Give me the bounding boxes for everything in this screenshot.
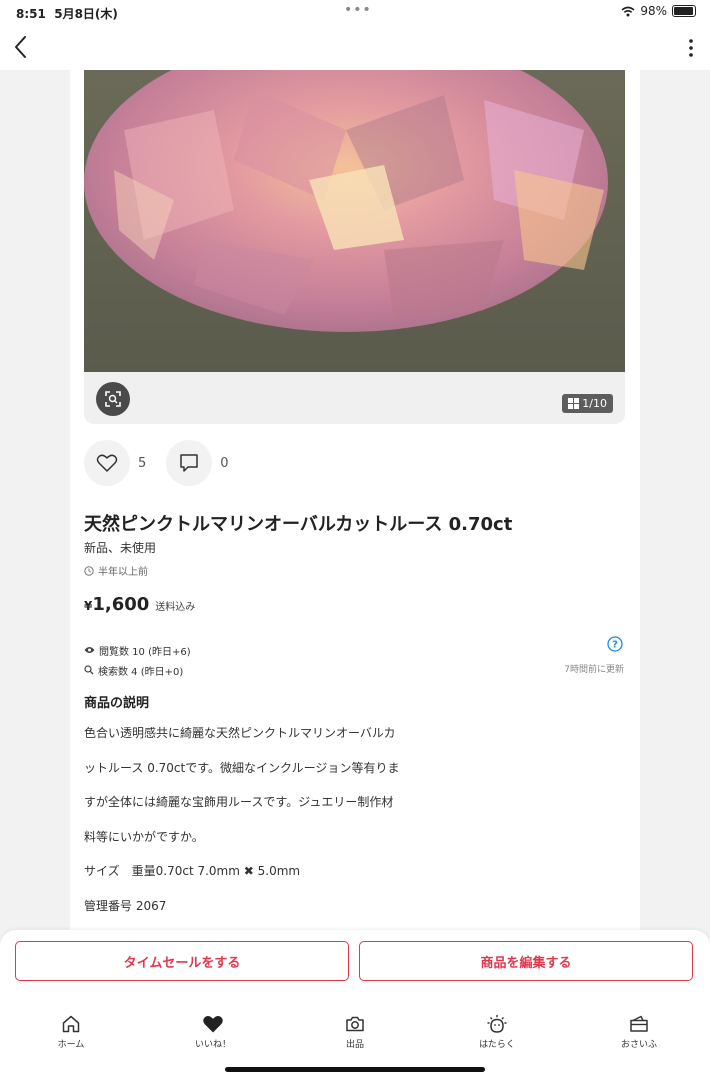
comment-button[interactable] <box>166 440 213 486</box>
description-line: 色合い透明感共に綺麗な天然ピンクトルマリンオーバルカ <box>84 726 396 740</box>
back-arrow-icon[interactable] <box>10 34 34 60</box>
tab-bar: ホーム いいね！ 出品 はたらく おさいふ <box>0 1014 710 1054</box>
image-counter[interactable]: 1/10 <box>562 394 613 413</box>
description-line: ットルース 0.70ctです。微細なインクルージョン等有りま <box>84 760 400 775</box>
description-line: サイズ 重量0.70ct 7.0mm ✖ 5.0mm <box>84 864 301 878</box>
search-stat: 検索数 4 (昨日+0) <box>84 660 191 680</box>
home-icon <box>62 1015 80 1033</box>
view-count-text: 閲覧数 10 (昨日+6) <box>99 646 191 658</box>
image-search-button[interactable] <box>96 382 130 416</box>
camera-icon <box>346 1016 364 1032</box>
item-stats: 閲覧数 10 (昨日+6) 検索数 4 (昨日+0) <box>84 640 191 680</box>
eye-icon <box>84 647 95 653</box>
date: 5月8日(木) <box>54 7 118 21</box>
tab-label: いいね！ <box>194 1040 231 1050</box>
tab-label: ホーム <box>57 1040 85 1050</box>
status-bar: 8:51 5月8日(木) ••• 98% <box>0 0 710 24</box>
item-detail: 1/10 5 0 天然ピンクトルマリンオーバルカットルース 0.70ct 新品、… <box>70 70 640 930</box>
grid-icon <box>568 398 580 409</box>
battery-icon <box>672 5 696 17</box>
battery-percent: 98% <box>640 4 667 18</box>
item-title: 天然ピンクトルマリンオーバルカットルース 0.70ct <box>84 514 513 535</box>
status-time: 8:51 5月8日(木) <box>16 5 118 22</box>
description-line: すが全体には綺麗な宝飾用ルースです。ジュエリー制作材 <box>84 795 394 809</box>
item-condition: 新品、未使用 <box>84 541 157 555</box>
tab-wallet[interactable]: おさいふ <box>568 1014 710 1054</box>
product-photo[interactable] <box>84 70 625 372</box>
help-icon[interactable]: ? <box>607 636 623 652</box>
work-icon <box>487 1015 507 1033</box>
updated-time: 7時間前に更新 <box>564 665 624 675</box>
tab-work[interactable]: はたらく <box>426 1014 568 1054</box>
search-icon <box>84 665 94 675</box>
price: ¥1,600 <box>84 594 149 615</box>
description-line: 管理番号 2067 <box>84 898 167 913</box>
edit-item-button[interactable]: 商品を編集する <box>359 941 693 981</box>
view-stat: 閲覧数 10 (昨日+6) <box>84 640 191 660</box>
tab-label: おさいふ <box>620 1040 657 1050</box>
heart-icon <box>203 1015 223 1033</box>
price-value: 1,600 <box>92 594 150 615</box>
tab-likes[interactable]: いいね！ <box>142 1014 284 1054</box>
posted-time: 半年以上前 <box>84 563 148 578</box>
description-heading: 商品の説明 <box>84 696 150 711</box>
wifi-icon <box>621 6 635 16</box>
clock: 8:51 <box>16 7 46 21</box>
bottom-panel: タイムセールをする 商品を編集する ホーム いいね！ 出品 はたらく おさいふ <box>0 930 710 1080</box>
like-count: 5 <box>138 455 147 471</box>
tab-home[interactable]: ホーム <box>0 1014 142 1054</box>
home-indicator[interactable] <box>225 1067 485 1072</box>
scan-icon <box>105 391 121 407</box>
status-indicators: 98% <box>621 4 696 18</box>
description-body: 色合い透明感共に綺麗な天然ピンクトルマリンオーバルカ ットルース 0.70ctで… <box>84 724 614 930</box>
tab-sell[interactable]: 出品 <box>284 1014 426 1054</box>
timesale-button[interactable]: タイムセールをする <box>15 941 349 981</box>
image-carousel[interactable]: 1/10 <box>84 70 625 424</box>
image-counter-text: 1/10 <box>582 397 607 410</box>
comment-count: 0 <box>220 455 229 471</box>
tab-label: はたらく <box>479 1040 515 1050</box>
engagement-row: 5 0 <box>84 440 249 486</box>
search-count-text: 検索数 4 (昨日+0) <box>98 666 184 678</box>
comment-icon <box>180 454 199 472</box>
nav-bar <box>0 24 710 70</box>
clock-icon <box>84 565 94 576</box>
tab-label: 出品 <box>345 1040 364 1050</box>
shipping-included: 送料込み <box>155 602 196 613</box>
posted-text: 半年以上前 <box>98 567 148 578</box>
like-button[interactable] <box>84 440 130 486</box>
more-options-icon[interactable] <box>688 38 694 58</box>
heart-outline-icon <box>96 454 118 472</box>
svg-text:?: ? <box>612 640 618 651</box>
description-line: 料等にいかがですか。 <box>84 829 204 844</box>
wallet-icon <box>630 1015 648 1032</box>
multitask-dots[interactable]: ••• <box>344 2 372 18</box>
price-row: ¥1,600 送料込み <box>84 594 195 615</box>
